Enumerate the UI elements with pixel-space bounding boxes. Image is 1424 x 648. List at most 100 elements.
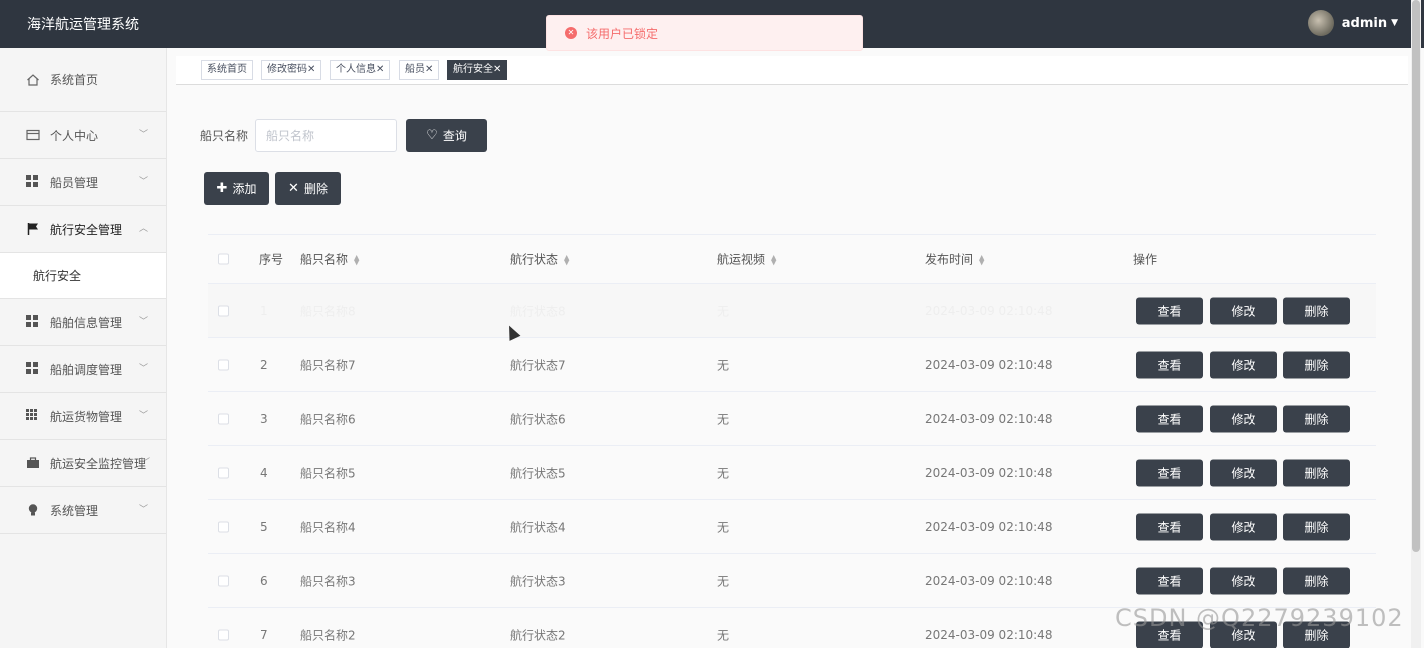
view-button[interactable]: 查看 [1136, 351, 1203, 378]
row-checkbox[interactable] [218, 575, 229, 586]
close-icon[interactable]: ✕ [493, 64, 501, 75]
sidebar-item-label: 航运安全监控管理 [50, 456, 147, 471]
chevron-down-icon: ﹀ [140, 458, 150, 469]
grid-icon [26, 175, 40, 189]
sidebar-item-system[interactable]: 系统管理 ﹀ [0, 487, 166, 534]
delete-button[interactable]: 删除 [1283, 405, 1350, 432]
row-checkbox[interactable] [218, 359, 229, 370]
avatar[interactable] [1307, 10, 1334, 36]
view-button[interactable]: 查看 [1136, 405, 1203, 432]
sort-icon[interactable]: ▲ ▼ [771, 254, 776, 266]
select-all-checkbox[interactable] [218, 253, 229, 265]
view-button[interactable]: 查看 [1136, 297, 1203, 324]
chevron-down-icon: ﹀ [138, 317, 148, 328]
grid-icon [26, 315, 40, 329]
table-row: 4 船只名称5 航行状态5 无 2024-03-09 02:10:48 查看 修… [208, 446, 1376, 500]
sidebar-item-home[interactable]: 系统首页 [0, 48, 166, 112]
sidebar-subitem-nav-safety[interactable]: 航行安全 [0, 253, 166, 299]
view-button[interactable]: 查看 [1136, 459, 1203, 486]
search-label: 船只名称 [200, 129, 249, 143]
cell-nav-status: 航行状态5 [510, 466, 566, 480]
tab-change-password[interactable]: 修改密码✕ [261, 60, 322, 80]
cell-ship-name: 船只名称5 [300, 466, 356, 480]
tab-crew[interactable]: 船员✕ [399, 60, 440, 80]
chevron-up-icon: ︿ [138, 224, 148, 235]
edit-button[interactable]: 修改 [1210, 459, 1277, 486]
add-button[interactable]: ✚ 添加 [204, 172, 269, 205]
view-button[interactable]: 查看 [1136, 567, 1203, 594]
edit-button[interactable]: 修改 [1210, 513, 1277, 540]
col-video[interactable]: 航运视频 ▲ ▼ [717, 251, 776, 268]
tab-label: 修改密码 [267, 64, 307, 75]
sort-icon[interactable]: ▲ ▼ [354, 254, 359, 266]
username[interactable]: admin [1342, 16, 1387, 31]
chevron-down-icon: ﹀ [138, 411, 148, 422]
delete-button[interactable]: 删除 [1283, 351, 1350, 378]
toast-message: 该用户已锁定 [586, 26, 659, 41]
sidebar-item-nav-safety[interactable]: 航行安全管理 ︿ [0, 206, 166, 253]
cell-nav-status: 航行状态2 [510, 628, 566, 642]
cell-video: 无 [717, 412, 730, 426]
flag-icon [26, 222, 40, 236]
tab-home[interactable]: 系统首页 [201, 60, 253, 80]
query-button-label: 查询 [442, 129, 467, 143]
delete-button[interactable]: 删除 [1283, 567, 1350, 594]
edit-button[interactable]: 修改 [1210, 297, 1277, 324]
sidebar-item-cargo[interactable]: 航运货物管理 ﹀ [0, 393, 166, 440]
vertical-scrollbar[interactable] [1411, 0, 1421, 648]
row-checkbox[interactable] [218, 629, 229, 640]
sidebar-item-ship-dispatch[interactable]: 船舶调度管理 ﹀ [0, 346, 166, 393]
row-checkbox[interactable] [218, 413, 229, 424]
delete-button[interactable]: 删除 [1283, 459, 1350, 486]
chevron-down-icon: ﹀ [138, 130, 148, 141]
col-publish-time[interactable]: 发布时间 ▲ ▼ [925, 251, 984, 268]
sidebar-item-profile-center[interactable]: 个人中心 ﹀ [0, 112, 166, 159]
close-icon[interactable]: ✕ [307, 64, 315, 75]
cell-nav-status: 航行状态3 [510, 574, 566, 588]
heart-icon: ♡ [426, 128, 438, 143]
cell-publish-time: 2024-03-09 02:10:48 [925, 411, 1053, 426]
delete-button[interactable]: 删除 [1283, 513, 1350, 540]
cell-index: 5 [260, 519, 268, 534]
view-button[interactable]: 查看 [1136, 513, 1203, 540]
cell-video: 无 [717, 466, 730, 480]
tab-personal-info[interactable]: 个人信息✕ [330, 60, 391, 80]
cell-ship-name: 船只名称2 [300, 628, 356, 642]
row-checkbox[interactable] [218, 521, 229, 532]
close-icon[interactable]: ✕ [425, 64, 433, 75]
delete-button[interactable]: 删除 [1283, 297, 1350, 324]
close-icon[interactable]: ✕ [376, 64, 384, 75]
caret-down-icon[interactable]: ▼ [1391, 18, 1398, 28]
sidebar-item-safety-monitor[interactable]: 航运安全监控管理 ﹀ [0, 440, 166, 487]
cell-index: 7 [260, 627, 268, 642]
edit-button[interactable]: 修改 [1210, 351, 1277, 378]
user-menu[interactable]: admin ▼ [1307, 10, 1398, 36]
watermark: CSDN @Q2279239102 [1115, 604, 1404, 632]
sort-icon[interactable]: ▲ ▼ [979, 254, 984, 266]
table-row: 1 船只名称8 航行状态8 无 2024-03-09 02:10:48 查看 修… [208, 284, 1376, 338]
batch-delete-button[interactable]: ✕ 删除 [275, 172, 341, 205]
cell-nav-status: 航行状态8 [510, 304, 566, 318]
row-checkbox[interactable] [218, 467, 229, 478]
query-button[interactable]: ♡ 查询 [406, 119, 487, 152]
sidebar-item-crew[interactable]: 船员管理 ﹀ [0, 159, 166, 206]
cell-ship-name: 船只名称6 [300, 412, 356, 426]
sidebar: 系统首页 个人中心 ﹀ 船员管理 ﹀ 航行安全管理 ︿ 航行安全 船舶信息管理 … [0, 48, 167, 648]
cell-nav-status: 航行状态6 [510, 412, 566, 426]
close-icon: ✕ [288, 181, 299, 196]
scrollbar-thumb[interactable] [1412, 0, 1420, 552]
chevron-down-icon: ﹀ [138, 177, 148, 188]
cell-index: 6 [260, 573, 268, 588]
ship-name-search-input[interactable] [255, 119, 397, 152]
sort-icon[interactable]: ▲ ▼ [564, 254, 569, 266]
home-icon [26, 73, 40, 87]
error-toast: ✕ 该用户已锁定 [546, 15, 863, 51]
col-nav-status[interactable]: 航行状态 ▲ ▼ [510, 251, 569, 268]
sidebar-item-ship-info[interactable]: 船舶信息管理 ﹀ [0, 299, 166, 346]
add-button-label: 添加 [232, 182, 257, 196]
col-ship-name[interactable]: 船只名称 ▲ ▼ [300, 251, 359, 268]
tab-nav-safety[interactable]: 航行安全✕ [447, 60, 508, 80]
row-checkbox[interactable] [218, 305, 229, 316]
edit-button[interactable]: 修改 [1210, 567, 1277, 594]
edit-button[interactable]: 修改 [1210, 405, 1277, 432]
